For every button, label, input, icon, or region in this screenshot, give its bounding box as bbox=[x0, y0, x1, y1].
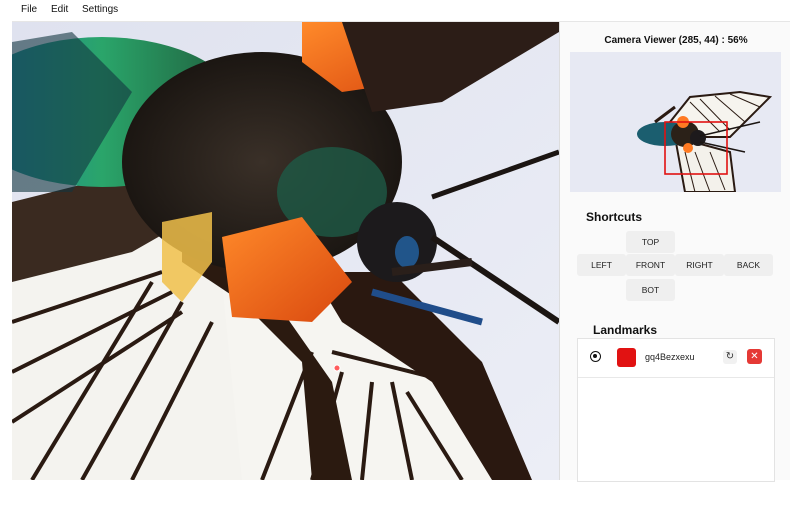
side-panel: Camera Viewer (285, 44) : 56% Shortcuts … bbox=[560, 22, 790, 482]
shortcut-left-button[interactable]: LEFT bbox=[577, 254, 626, 276]
refresh-icon[interactable]: ↻ bbox=[723, 350, 737, 364]
landmark-color-swatch[interactable] bbox=[617, 348, 636, 367]
menu-file[interactable]: File bbox=[21, 4, 37, 15]
shortcuts-title: Shortcuts bbox=[586, 210, 643, 224]
landmarks-title: Landmarks bbox=[593, 323, 658, 337]
camera-viewer-title: Camera Viewer (285, 44) : 56% bbox=[604, 35, 748, 46]
thumbnail-image bbox=[570, 52, 781, 192]
landmark-name: gq4Bezxexu bbox=[645, 352, 695, 362]
camera-thumbnail[interactable] bbox=[570, 52, 781, 192]
main-viewer[interactable] bbox=[12, 22, 560, 480]
delete-icon[interactable]: ✕ bbox=[747, 349, 762, 364]
landmark-row[interactable]: gq4Bezxexu ↻ ✕ bbox=[578, 339, 774, 378]
shortcut-top-button[interactable]: TOP bbox=[626, 231, 675, 253]
shortcut-bot-button[interactable]: BOT bbox=[626, 279, 675, 301]
menu-settings[interactable]: Settings bbox=[82, 4, 118, 15]
shortcut-front-button[interactable]: FRONT bbox=[626, 254, 675, 276]
menu-edit[interactable]: Edit bbox=[51, 4, 68, 15]
landmarks-list: gq4Bezxexu ↻ ✕ bbox=[577, 338, 775, 482]
shortcut-back-button[interactable]: BACK bbox=[724, 254, 773, 276]
specimen-image bbox=[12, 22, 559, 480]
shortcut-right-button[interactable]: RIGHT bbox=[675, 254, 724, 276]
menu-bar: File Edit Settings bbox=[0, 0, 800, 21]
visibility-icon[interactable] bbox=[590, 351, 601, 362]
